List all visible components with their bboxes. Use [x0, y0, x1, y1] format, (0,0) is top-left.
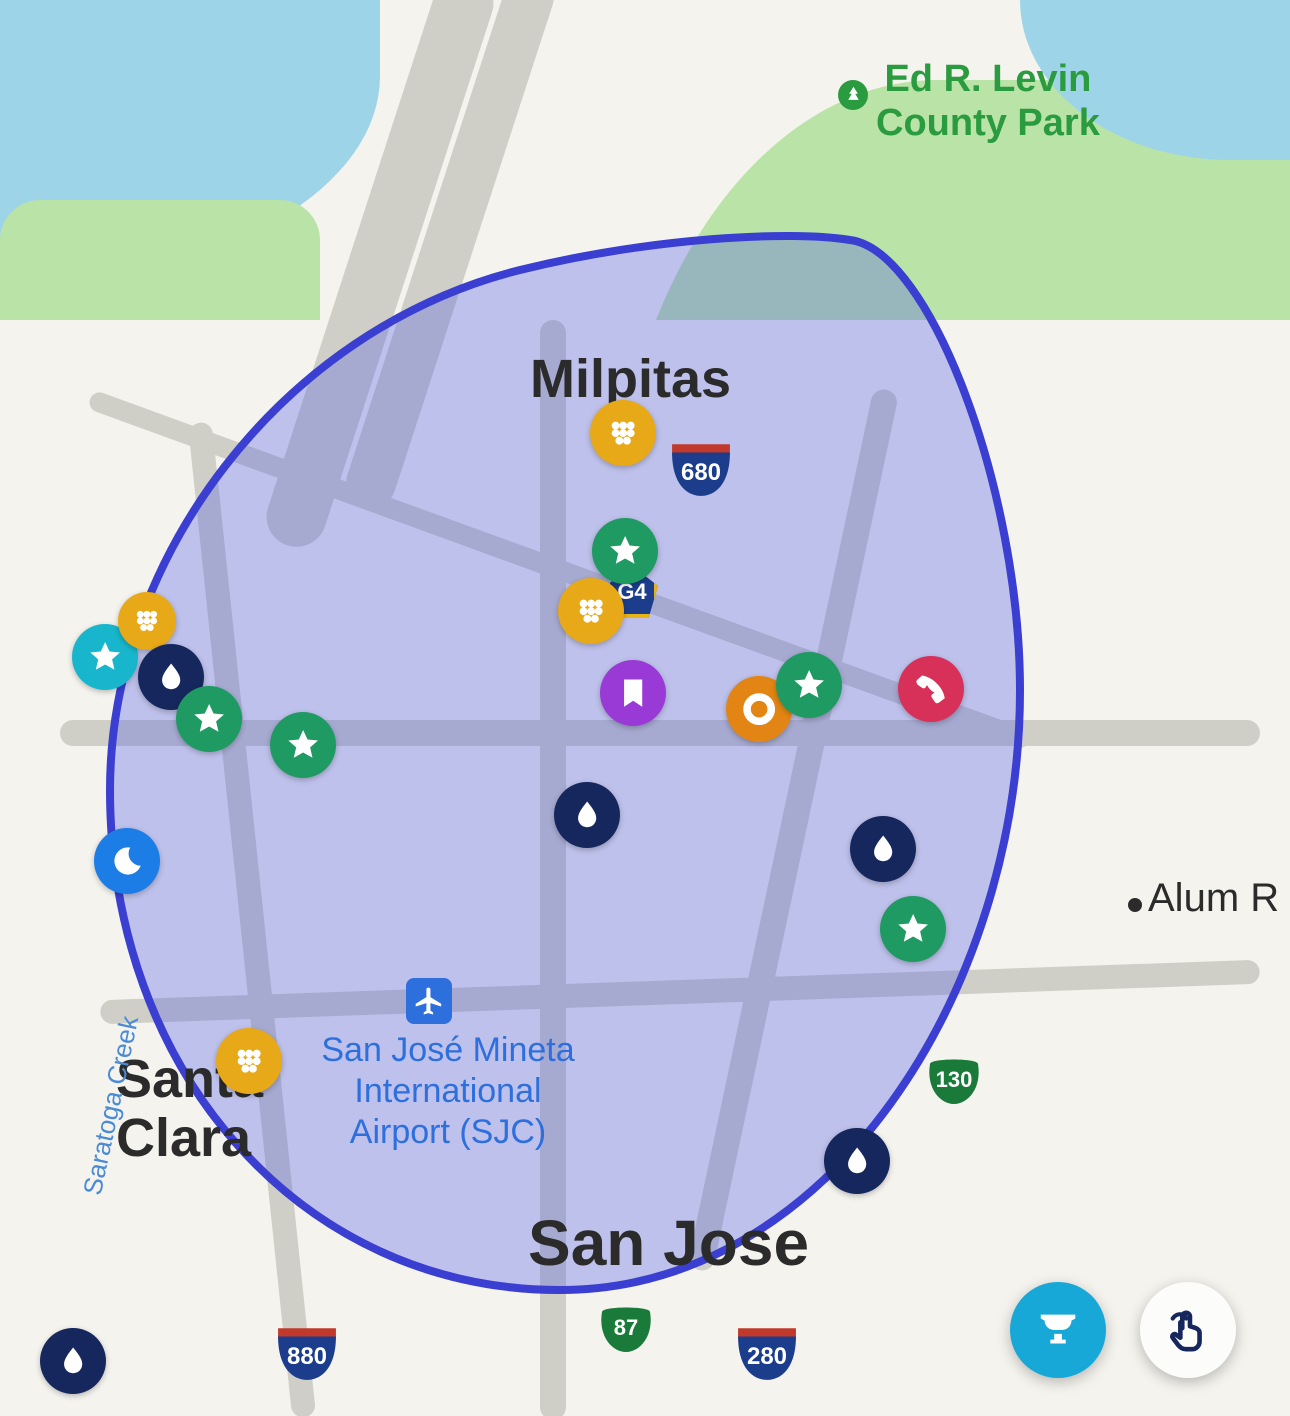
star-pin-icon	[895, 911, 931, 947]
star-pin[interactable]	[880, 896, 946, 962]
shield-ca130[interactable]: 130	[926, 1052, 982, 1108]
star-pin-icon	[285, 727, 321, 763]
water-drop-pin[interactable]	[40, 1328, 106, 1394]
shield-i280[interactable]: 280	[736, 1320, 798, 1382]
shield-i680[interactable]: 680	[670, 436, 732, 498]
star-pin[interactable]	[270, 712, 336, 778]
city-label-san-jose[interactable]: San Jose	[528, 1208, 809, 1278]
shield-i880[interactable]: 880	[276, 1320, 338, 1382]
shield-ca87[interactable]: 87	[598, 1300, 654, 1356]
park-label-line1: Ed R. Levin	[884, 58, 1091, 100]
star-pin[interactable]	[176, 686, 242, 752]
star-pin-icon	[607, 533, 643, 569]
achievements-button[interactable]	[1010, 1282, 1106, 1378]
cluster-pin-icon	[231, 1043, 267, 1079]
water-drop-pin-icon	[55, 1343, 91, 1379]
star-pin-icon	[191, 701, 227, 737]
cluster-pin[interactable]	[590, 400, 656, 466]
draw-region-button[interactable]	[1140, 1282, 1236, 1378]
map-canvas[interactable]: Ed R. Levin County Park Milpitas San Jos…	[0, 0, 1290, 1416]
water-drop-pin[interactable]	[850, 816, 916, 882]
star-pin[interactable]	[592, 518, 658, 584]
water-drop-pin[interactable]	[824, 1128, 890, 1194]
cluster-pin[interactable]	[216, 1028, 282, 1094]
cluster-pin-icon	[605, 415, 641, 451]
moon-pin[interactable]	[94, 828, 160, 894]
water-drop-pin-icon	[839, 1143, 875, 1179]
star-pin[interactable]	[776, 652, 842, 718]
target-pin-icon	[741, 691, 777, 727]
tree-icon	[838, 80, 868, 110]
poi-dot	[1128, 898, 1142, 912]
trophy-icon	[1035, 1307, 1081, 1353]
water-drop-pin-icon	[569, 797, 605, 833]
bookmark-pin[interactable]	[600, 660, 666, 726]
water-drop-pin-icon	[865, 831, 901, 867]
airport-label[interactable]: San José Mineta International Airport (S…	[308, 1030, 588, 1152]
place-label-alum-rock[interactable]: Alum R	[1148, 876, 1279, 921]
star-pin-icon	[87, 639, 123, 675]
phone-pin-icon	[913, 671, 949, 707]
airplane-icon[interactable]	[406, 978, 452, 1024]
water-drop-pin-icon	[153, 659, 189, 695]
moon-pin-icon	[109, 843, 145, 879]
water-drop-pin[interactable]	[554, 782, 620, 848]
cluster-pin-icon	[573, 593, 609, 629]
star-pin-icon	[791, 667, 827, 703]
bookmark-pin-icon	[615, 675, 651, 711]
park-label[interactable]: Ed R. Levin County Park	[876, 58, 1100, 145]
phone-pin[interactable]	[898, 656, 964, 722]
cluster-pin[interactable]	[558, 578, 624, 644]
draw-gesture-icon	[1165, 1307, 1211, 1353]
cluster-pin[interactable]	[118, 592, 176, 650]
cluster-pin-icon	[131, 605, 163, 637]
park-label-line2: County Park	[876, 102, 1100, 144]
